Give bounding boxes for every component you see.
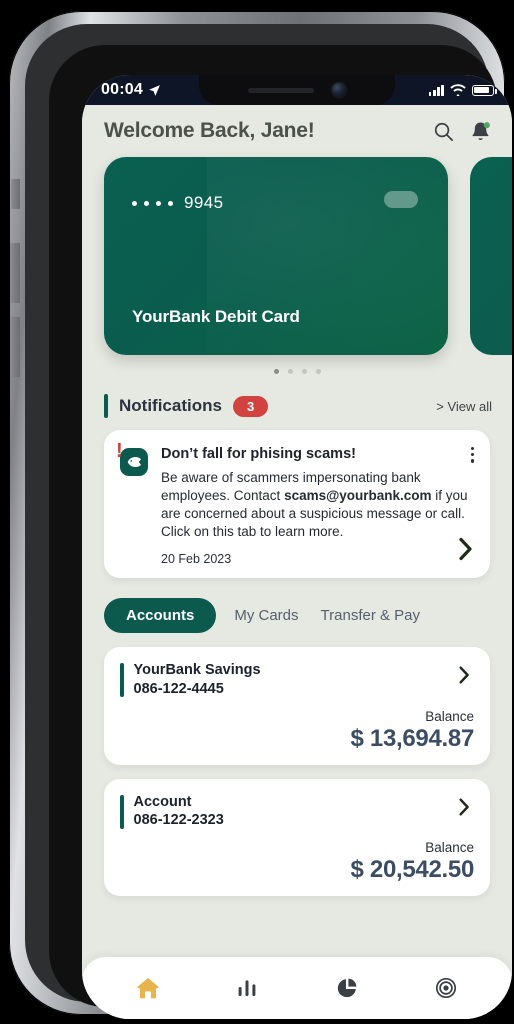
nav-goals[interactable] — [419, 966, 473, 1010]
account-card-top: Account 086-122-2323 — [120, 793, 474, 831]
balance-amount: $ 13,694.87 — [350, 724, 475, 752]
nav-analytics[interactable] — [320, 966, 374, 1010]
account-card[interactable]: YourBank Savings 086-122-4445 Balance $ … — [104, 646, 490, 765]
search-icon[interactable] — [432, 120, 455, 143]
kebab-menu-icon[interactable] — [470, 447, 474, 463]
carousel-dot[interactable] — [287, 369, 293, 374]
screenshot-stage: 00:04 Welcome Back, Jane! 9945 YourBank … — [0, 0, 514, 1024]
phone-screen: 00:04 Welcome Back, Jane! 9945 YourBank … — [82, 75, 512, 1019]
account-name: YourBank Savings — [133, 661, 261, 678]
nav-statistics[interactable] — [220, 966, 274, 1010]
volume-up-button[interactable] — [10, 243, 20, 303]
cellular-signal-icon — [428, 84, 444, 96]
notification-email: scams@yourbank.com — [284, 487, 432, 503]
notifications-count-badge: 3 — [232, 395, 269, 417]
contactless-chip-icon — [384, 191, 418, 208]
tab-transfer-pay[interactable]: Transfer & Pay — [317, 605, 424, 626]
tab-my-cards[interactable]: My Cards — [230, 605, 302, 626]
card-carousel[interactable]: 9945 YourBank Debit Card — [82, 157, 512, 357]
pie-chart-icon[interactable] — [335, 976, 359, 1000]
volume-down-button[interactable] — [10, 317, 20, 377]
account-tabs: Accounts My Cards Transfer & Pay — [104, 597, 512, 633]
account-name: Account — [133, 793, 192, 810]
front-camera — [332, 83, 346, 97]
notification-bell-icon[interactable] — [469, 120, 492, 143]
notification-row: ! Don’t fall for phising scams! Be aware… — [116, 441, 476, 566]
silent-switch[interactable] — [11, 179, 20, 209]
phone-midframe: 00:04 Welcome Back, Jane! 9945 YourBank … — [25, 24, 512, 1019]
view-all-link[interactable]: > View all — [436, 399, 492, 414]
account-number: 086-122-4445 — [133, 680, 224, 697]
account-card[interactable]: Account 086-122-2323 Balance $ 20,542.50 — [104, 778, 490, 897]
carousel-indicator[interactable] — [82, 369, 512, 374]
header-actions — [432, 120, 492, 143]
debit-card[interactable]: 9945 YourBank Debit Card — [104, 157, 448, 355]
status-time: 00:04 — [101, 81, 143, 98]
next-card-preview[interactable] — [470, 157, 512, 355]
carousel-dot[interactable] — [315, 369, 321, 374]
alert-exclamation-icon: ! — [116, 440, 123, 462]
app-content: Welcome Back, Jane! 9945 YourBank Debit … — [82, 105, 512, 1019]
balance-amount: $ 20,542.50 — [350, 856, 475, 884]
carousel-dot[interactable] — [273, 369, 279, 374]
account-identity: YourBank Savings 086-122-4445 — [134, 661, 261, 699]
phone-notch — [199, 75, 395, 105]
carousel-dot[interactable] — [301, 369, 307, 374]
tab-accounts[interactable]: Accounts — [104, 597, 217, 633]
target-icon[interactable] — [434, 976, 458, 1000]
notification-title: Don’t fall for phising scams! — [161, 446, 356, 462]
notifications-title: Notifications — [119, 396, 222, 415]
balance-label: Balance — [425, 708, 474, 724]
notification-date: 20 Feb 2023 — [161, 551, 232, 566]
account-accent-bar — [120, 794, 124, 829]
earpiece-speaker — [248, 87, 314, 93]
notification-icon-wrap: ! — [116, 441, 150, 566]
account-accent-bar — [120, 662, 124, 697]
account-card-top: YourBank Savings 086-122-4445 — [120, 661, 474, 699]
chevron-right-icon[interactable] — [455, 793, 474, 817]
balance-label: Balance — [425, 840, 474, 856]
phishing-fish-icon — [120, 448, 148, 476]
chevron-right-icon[interactable] — [456, 536, 476, 562]
nav-home[interactable] — [121, 966, 175, 1010]
phone-frame: 00:04 Welcome Back, Jane! 9945 YourBank … — [9, 11, 512, 1019]
card-product-name: YourBank Debit Card — [132, 307, 300, 326]
wifi-icon — [450, 84, 466, 96]
section-accent-bar — [104, 394, 108, 418]
bottom-navigation — [82, 957, 512, 1019]
phone-bezel: 00:04 Welcome Back, Jane! 9945 YourBank … — [49, 45, 512, 1019]
bar-chart-icon[interactable] — [235, 976, 259, 1000]
location-arrow-icon — [149, 84, 160, 96]
home-icon[interactable] — [135, 975, 161, 1001]
status-bar-right — [428, 84, 497, 96]
masked-digits-icon — [132, 200, 173, 206]
battery-icon — [472, 84, 497, 96]
account-number: 086-122-2323 — [133, 812, 224, 829]
chevron-right-icon[interactable] — [455, 661, 474, 685]
card-last-four: 9945 — [184, 193, 224, 212]
account-identity: Account 086-122-2323 — [134, 793, 224, 831]
card-number: 9945 — [132, 193, 223, 213]
notification-content: Don’t fall for phising scams! Be aware o… — [161, 446, 476, 566]
notifications-header: Notifications 3 > View all — [104, 394, 492, 418]
app-header: Welcome Back, Jane! — [82, 105, 512, 153]
page-title: Welcome Back, Jane! — [104, 119, 315, 142]
notification-body: Be aware of scammers impersonating bank … — [161, 469, 476, 541]
status-bar-left: 00:04 — [101, 81, 161, 99]
notification-card[interactable]: ! Don’t fall for phising scams! Be aware… — [104, 430, 490, 578]
